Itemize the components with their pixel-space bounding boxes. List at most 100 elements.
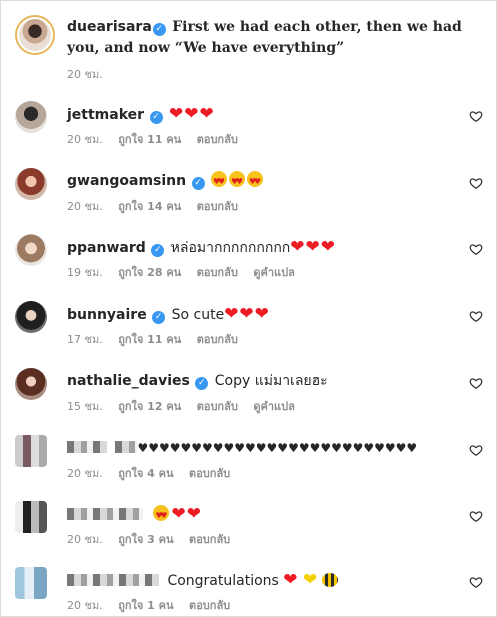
comments-panel: duearisara ✓ First we had each other, the…: [0, 0, 497, 617]
heart-eyes-emoji-icon: [211, 171, 228, 192]
verified-badge-icon: ✓: [149, 111, 163, 124]
heart-eyes-emoji-icon: [229, 171, 246, 192]
comment-likes[interactable]: ถูกใจ 11 คน: [118, 333, 181, 346]
caption-text-block: duearisara ✓ First we had each other, the…: [67, 17, 487, 59]
comment-text: Congratulations: [167, 573, 279, 589]
commenter-avatar-pixelated[interactable]: [15, 567, 47, 599]
pixelated-username[interactable]: [67, 441, 107, 453]
heart-emoji-icon: ❤❤❤: [168, 104, 215, 124]
translate-button[interactable]: ดูคำแปล: [253, 266, 295, 279]
heart-outline-icon[interactable]: [469, 376, 483, 390]
heart-outline-icon[interactable]: [469, 575, 483, 589]
comment-line: gwangoamsinn ✓: [67, 171, 265, 192]
commenter-username[interactable]: jettmaker: [67, 107, 144, 123]
heart-outline-icon[interactable]: [469, 309, 483, 323]
heart-emoji-icon: ❤: [283, 570, 299, 590]
caption-time: 20 ชม.: [67, 68, 103, 81]
comment-time: 20 ชม.: [67, 467, 103, 480]
comment-line: ppanward ✓ หล่อมากกกกกกกกก❤❤❤: [67, 237, 336, 258]
heart-outline-icon[interactable]: [469, 109, 483, 123]
comment-item: jettmaker ✓ ❤❤❤ 20 ชม. ถูกใจ 11 คน ตอบกล…: [15, 101, 485, 151]
author-avatar[interactable]: [15, 15, 55, 55]
comment-time: 17 ชม.: [67, 333, 103, 346]
comment-meta: 20 ชม. ถูกใจ 11 คน ตอบกลับ: [67, 130, 250, 148]
heart-outline-icon[interactable]: [469, 242, 483, 256]
reply-button[interactable]: ตอบกลับ: [197, 400, 238, 413]
comment-likes[interactable]: ถูกใจ 3 คน: [118, 533, 173, 546]
comment-line: ❤❤: [67, 504, 202, 526]
reply-button[interactable]: ตอบกลับ: [197, 266, 238, 279]
comment-likes[interactable]: ถูกใจ 4 คน: [118, 467, 173, 480]
verified-badge-icon: ✓: [195, 377, 209, 390]
comment-time: 15 ชม.: [67, 400, 103, 413]
comment-meta: 20 ชม. ถูกใจ 4 คน ตอบกลับ: [67, 464, 242, 482]
comment-meta: 20 ชม. ถูกใจ 1 คน ตอบกลับ: [67, 596, 242, 614]
reply-button[interactable]: ตอบกลับ: [189, 467, 230, 480]
verified-badge-icon: ✓: [151, 244, 165, 257]
comment-likes[interactable]: ถูกใจ 12 คน: [118, 400, 181, 413]
heart-eyes-emoji-icon: [247, 171, 264, 192]
comment-line: jettmaker ✓ ❤❤❤: [67, 104, 215, 125]
comment-meta: 20 ชม. ถูกใจ 14 คน ตอบกลับ: [67, 197, 250, 215]
comment-time: 20 ชม.: [67, 133, 103, 146]
comment-item: ♥♥♥♥♥♥♥♥♥♥♥♥♥♥♥♥♥♥♥♥♥♥♥♥♥♥ 20 ชม. ถูกใจ …: [15, 435, 485, 485]
verified-badge-icon: ✓: [152, 311, 166, 324]
comment-line: Congratulations ❤ ❤: [67, 570, 338, 591]
comment-text: So cute: [171, 307, 225, 323]
heart-emoji-icon: ❤❤❤: [224, 304, 270, 324]
commenter-avatar-pixelated[interactable]: [15, 501, 47, 533]
comment-item: gwangoamsinn ✓ 20 ชม. ถูกใจ 14 คน ตอบกลั…: [15, 168, 485, 218]
comment-line: nathalie_davies ✓ Copy แม่มาเลยฮะ: [67, 371, 328, 391]
reply-button[interactable]: ตอบกลับ: [197, 200, 238, 213]
commenter-username[interactable]: nathalie_davies: [67, 373, 190, 389]
yellow-heart-emoji-icon: ❤: [303, 570, 318, 590]
comment-meta: 17 ชม. ถูกใจ 11 คน ตอบกลับ: [67, 330, 250, 348]
comment-likes[interactable]: ถูกใจ 11 คน: [118, 133, 181, 146]
heart-emoji-icon: ❤❤❤: [290, 237, 337, 257]
pixelated-username-part: [115, 441, 138, 453]
commenter-avatar[interactable]: [15, 301, 47, 333]
reply-button[interactable]: ตอบกลับ: [189, 599, 230, 612]
translate-button[interactable]: ดูคำแปล: [253, 400, 295, 413]
reply-button[interactable]: ตอบกลับ: [189, 533, 230, 546]
commenter-avatar[interactable]: [15, 234, 47, 266]
commenter-username[interactable]: ppanward: [67, 240, 146, 256]
commenter-avatar[interactable]: [15, 101, 47, 133]
comment-item: bunnyaire ✓ So cute❤❤❤ 17 ชม. ถูกใจ 11 ค…: [15, 301, 485, 351]
comment-line: bunnyaire ✓ So cute❤❤❤: [67, 304, 270, 325]
heart-outline-icon[interactable]: [469, 176, 483, 190]
comment-likes[interactable]: ถูกใจ 14 คน: [118, 200, 181, 213]
commenter-avatar-pixelated[interactable]: [15, 435, 47, 467]
heart-outline-icon[interactable]: [469, 509, 483, 523]
comment-time: 20 ชม.: [67, 599, 103, 612]
comment-text: Copy แม่มาเลยฮะ: [214, 373, 328, 389]
comment-meta: 20 ชม. ถูกใจ 3 คน ตอบกลับ: [67, 530, 242, 548]
pixelated-username[interactable]: [67, 508, 143, 520]
verified-badge-icon: ✓: [191, 177, 205, 190]
comment-item: nathalie_davies ✓ Copy แม่มาเลยฮะ 15 ชม.…: [15, 368, 485, 418]
commenter-username[interactable]: bunnyaire: [67, 307, 147, 323]
comment-meta: 15 ชม. ถูกใจ 12 คน ตอบกลับ ดูคำแปล: [67, 397, 307, 415]
commenter-username[interactable]: gwangoamsinn: [67, 173, 186, 189]
comment-text: หล่อมากกกกกกกกก: [170, 240, 291, 256]
comment-item: ppanward ✓ หล่อมากกกกกกกกก❤❤❤ 19 ชม. ถูก…: [15, 234, 485, 284]
heart-outline-icon[interactable]: [469, 443, 483, 457]
verified-badge-icon: ✓: [152, 23, 166, 36]
comment-time: 20 ชม.: [67, 533, 103, 546]
reply-button[interactable]: ตอบกลับ: [197, 133, 238, 146]
commenter-avatar[interactable]: [15, 168, 47, 200]
comment-time: 20 ชม.: [67, 200, 103, 213]
comment-time: 19 ชม.: [67, 266, 103, 279]
commenter-avatar[interactable]: [15, 368, 47, 400]
bee-emoji-icon: [321, 573, 338, 587]
heart-eyes-emoji-icon: [153, 505, 170, 526]
reply-button[interactable]: ตอบกลับ: [197, 333, 238, 346]
comment-likes[interactable]: ถูกใจ 1 คน: [118, 599, 173, 612]
comment-line: ♥♥♥♥♥♥♥♥♥♥♥♥♥♥♥♥♥♥♥♥♥♥♥♥♥♥: [67, 438, 417, 458]
comment-likes[interactable]: ถูกใจ 28 คน: [118, 266, 181, 279]
black-heart-emoji-icon: ♥♥♥♥♥♥♥♥♥♥♥♥♥♥♥♥♥♥♥♥♥♥♥♥♥♥: [137, 441, 418, 455]
author-username[interactable]: duearisara: [67, 19, 152, 35]
pixelated-username[interactable]: [67, 574, 159, 586]
comment-item: Congratulations ❤ ❤ 20 ชม. ถูกใจ 1 คน ตอ…: [15, 567, 485, 617]
comment-meta: 19 ชม. ถูกใจ 28 คน ตอบกลับ ดูคำแปล: [67, 263, 307, 281]
